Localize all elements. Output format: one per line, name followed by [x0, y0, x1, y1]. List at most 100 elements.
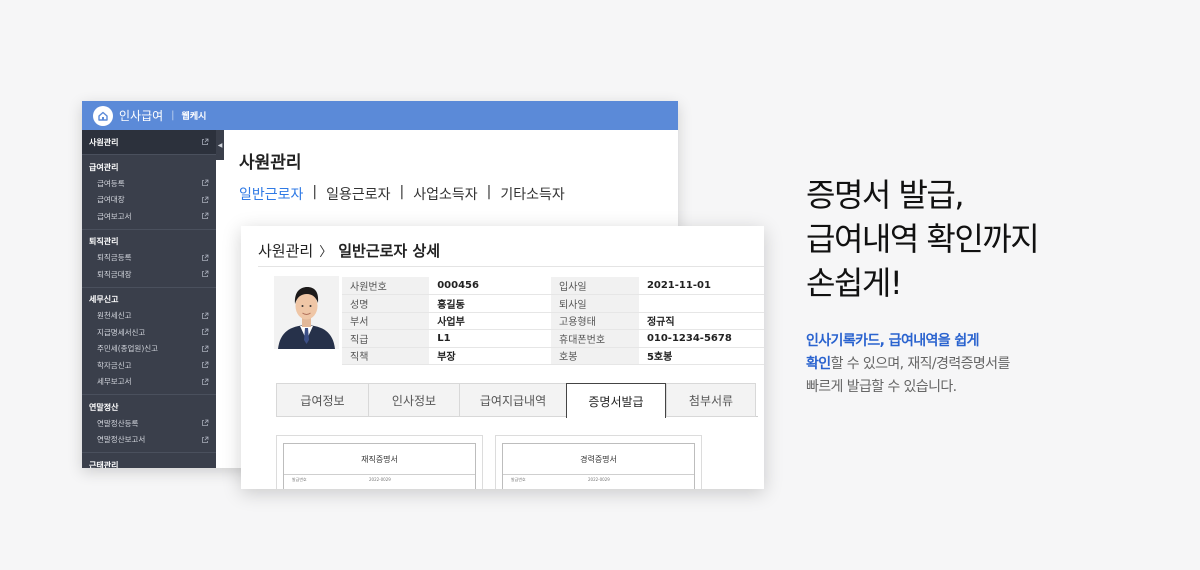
sidebar-item[interactable]: 급여대장 — [82, 192, 216, 209]
employee-type-tab[interactable]: 일반근로자 — [239, 184, 303, 204]
external-link-icon[interactable] — [201, 436, 209, 444]
sidebar-item-label: 급여대장 — [97, 195, 125, 205]
sidebar-group-label: 연말정산 — [89, 402, 119, 412]
home-logo-icon[interactable] — [93, 105, 113, 126]
document-preview: 경력증명서 발급번호 2022-0029 — [502, 443, 695, 489]
external-link-icon[interactable] — [201, 312, 209, 320]
field-value: 홍길동 — [429, 294, 552, 313]
field-label: 부서 — [342, 312, 430, 330]
sidebar-item-label: 세무보고서 — [97, 377, 132, 387]
external-link-icon[interactable] — [201, 179, 209, 187]
field-value: 010-1234-5678 — [638, 329, 764, 348]
subcopy-line: 빠르게 발급할 수 있습니다. — [806, 379, 957, 395]
external-link-icon[interactable] — [201, 378, 209, 386]
career-certificate-card[interactable]: 경력증명서 발급번호 2022-0029 — [495, 435, 702, 489]
document-divider — [284, 474, 475, 475]
field-label: 호봉 — [551, 347, 639, 365]
sidebar-group-label: 급여관리 — [89, 162, 119, 172]
external-link-icon[interactable] — [201, 138, 209, 146]
header-divider: | — [171, 110, 175, 121]
breadcrumb-current: 일반근로자 상세 — [338, 242, 441, 260]
sidebar-group-title[interactable]: 연말정산 — [82, 399, 216, 415]
sidebar-group-title[interactable]: 사원관리 — [82, 134, 216, 150]
detail-tab[interactable]: 첨부서류 — [666, 383, 756, 417]
sidebar-group-label: 사원관리 — [89, 137, 119, 147]
sidebar-group-label: 퇴직관리 — [89, 237, 119, 246]
employee-type-tab[interactable]: 사업소득자 — [413, 184, 477, 204]
field-label: 고용형태 — [551, 312, 639, 330]
sidebar-group-title[interactable]: 세무신고 — [82, 292, 216, 308]
sidebar-group: 근태관리 — [82, 453, 216, 469]
breadcrumb-parent[interactable]: 사원관리 — [258, 240, 313, 261]
sidebar-item[interactable]: 원천세신고 — [82, 308, 216, 325]
tab-separator: | — [312, 184, 318, 200]
external-link-icon[interactable] — [201, 419, 209, 427]
detail-tabs: 급여정보 인사정보 급여지급내역 증명서발급 첨부서류 — [276, 383, 758, 418]
sidebar-item-label: 퇴직금대장 — [97, 269, 132, 279]
field-label: 직급 — [342, 329, 430, 348]
field-label: 휴대폰번호 — [551, 329, 639, 348]
employment-certificate-card[interactable]: 재직증명서 발급번호 2022-0029 — [276, 435, 483, 489]
headline-line: 손쉽게! — [806, 264, 903, 302]
sidebar-item-label: 원천세신고 — [97, 311, 132, 321]
subcopy-line: 인사기록카드, 급여내역을 쉽게 — [806, 333, 980, 349]
document-field-label: 발급번호 — [511, 477, 526, 482]
sidebar-item[interactable]: 세무보고서 — [82, 374, 216, 391]
detail-tab[interactable]: 급여정보 — [276, 383, 368, 417]
sidebar-collapse-icon[interactable]: ◀ — [216, 130, 224, 160]
detail-tab[interactable]: 증명서발급 — [566, 383, 666, 418]
employee-type-tab[interactable]: 기타소득자 — [500, 184, 564, 204]
external-link-icon[interactable] — [201, 254, 209, 262]
employee-info-table: 사원번호 000456 입사일 2021-11-01 성명 홍길동 퇴사일 부서 사업부 고용형태… — [342, 277, 764, 365]
external-link-icon[interactable] — [201, 345, 209, 353]
sidebar-item[interactable]: 퇴직금대장 — [82, 266, 216, 283]
headline-line: 급여내역 확인까지 — [806, 220, 1040, 258]
sidebar-item-label: 퇴직금등록 — [97, 253, 132, 263]
sidebar-item[interactable]: 주민세(종업원)신고 — [82, 341, 216, 358]
sidebar-item[interactable]: 급여등록 — [82, 175, 216, 192]
field-label: 사원번호 — [342, 277, 430, 295]
external-link-icon[interactable] — [201, 212, 209, 220]
external-link-icon[interactable] — [201, 196, 209, 204]
sidebar-item[interactable]: 급여보고서 — [82, 208, 216, 225]
employee-type-tab[interactable]: 일용근로자 — [326, 184, 390, 204]
sidebar-group-title[interactable]: 근태관리 — [82, 457, 216, 469]
headline: 증명서 발급, 급여내역 확인까지 손쉽게! — [806, 173, 1040, 305]
sidebar-item[interactable]: 퇴직금등록 — [82, 250, 216, 267]
sidebar-item-label: 연말정산등록 — [97, 418, 139, 428]
sidebar-item-label: 급여보고서 — [97, 211, 132, 221]
sidebar-item[interactable]: 연말정산보고서 — [82, 432, 216, 449]
document-divider — [503, 474, 694, 475]
sidebar-group-label: 근태관리 — [89, 460, 119, 469]
employee-detail-window: 사원관리 〉 일반근로자 상세 사원번호 000456 입사일 2021-11-01 성… — [241, 226, 764, 489]
field-label: 퇴사일 — [551, 294, 639, 313]
document-field-label: 발급번호 — [292, 477, 307, 482]
detail-tab[interactable]: 급여지급내역 — [459, 383, 566, 417]
external-link-icon[interactable] — [201, 361, 209, 369]
sidebar-group: 연말정산연말정산등록연말정산보고서 — [82, 395, 216, 453]
info-row: 직책 부장 호봉 5호봉 — [342, 347, 764, 365]
chevron-right-icon: 〉 — [319, 245, 333, 260]
subcopy-emphasis: 확인 — [806, 356, 831, 372]
document-title: 경력증명서 — [580, 455, 617, 464]
headline-line: 증명서 발급, — [806, 176, 965, 214]
sidebar: 사원관리급여관리급여등록급여대장급여보고서퇴직관리퇴직금등록퇴직금대장세무신고원… — [82, 130, 216, 468]
sidebar-item[interactable]: 학자금신고 — [82, 357, 216, 374]
sidebar-item[interactable]: 연말정산등록 — [82, 415, 216, 432]
company-name: 웹케시 — [181, 112, 207, 122]
sidebar-group-title[interactable]: 퇴직관리 — [82, 234, 216, 250]
external-link-icon[interactable] — [201, 328, 209, 336]
sidebar-item-label: 학자금신고 — [97, 360, 132, 370]
app-title: 인사급여 — [119, 109, 164, 123]
field-label: 직책 — [342, 347, 430, 365]
field-label: 성명 — [342, 294, 430, 313]
detail-tab[interactable]: 인사정보 — [368, 383, 459, 417]
sidebar-group-title[interactable]: 급여관리 — [82, 159, 216, 175]
field-value: 000456 — [429, 277, 552, 295]
document-preview: 재직증명서 발급번호 2022-0029 — [283, 443, 476, 489]
external-link-icon[interactable] — [201, 270, 209, 278]
tab-separator: | — [399, 184, 405, 200]
field-value: 사업부 — [429, 312, 552, 330]
field-value: 정규직 — [638, 312, 764, 330]
sidebar-item[interactable]: 지급명세서신고 — [82, 324, 216, 341]
